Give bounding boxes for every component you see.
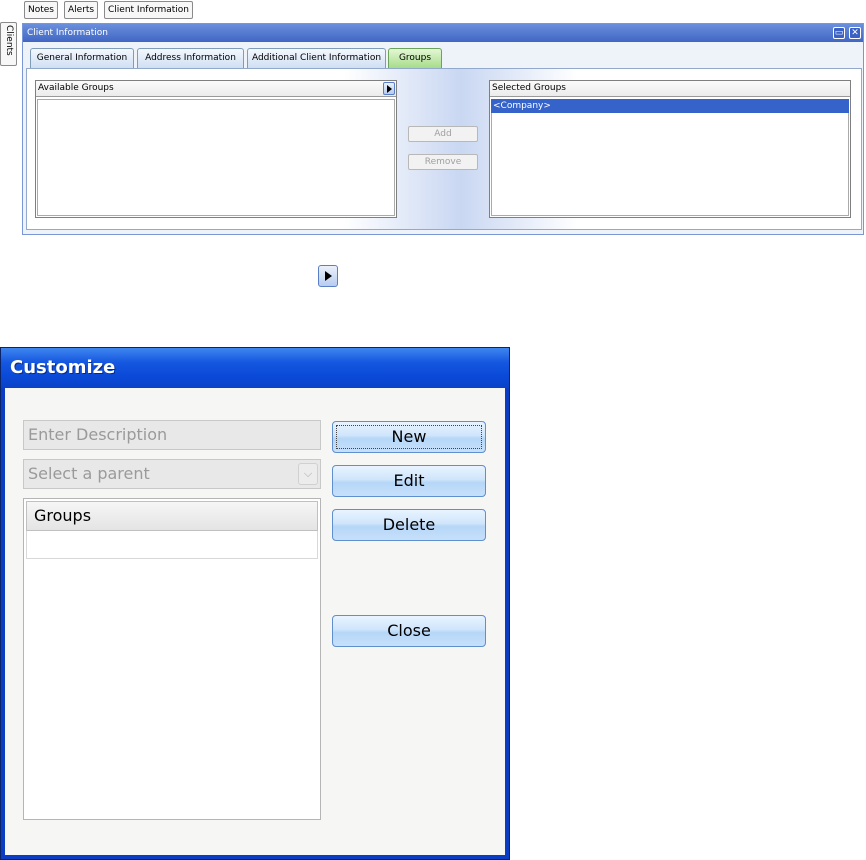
new-button[interactable]: New [332,421,486,453]
available-groups-body[interactable] [37,99,395,216]
dialog-title: Customize [1,348,509,388]
remove-button[interactable]: Remove [408,154,478,170]
delete-button[interactable]: Delete [332,509,486,541]
chevron-down-icon[interactable]: ⌵ [298,463,318,485]
tab-groups[interactable]: Groups [388,48,442,68]
parent-select-value: Select a parent [28,464,150,483]
side-tab-clients[interactable]: Clients [0,22,17,66]
dialog-body: Enter Description Select a parent ⌵ Grou… [5,388,505,855]
tab-additional-client-information[interactable]: Additional Client Information [247,48,386,68]
tab-notes[interactable]: Notes [24,1,58,19]
list-item[interactable]: <Company> [491,99,849,113]
groups-column-header[interactable]: Groups [26,501,318,531]
restore-icon[interactable]: ▭ [833,27,845,39]
groups-grid[interactable]: Groups [23,498,321,820]
parent-select[interactable]: Select a parent ⌵ [23,459,321,489]
selected-groups-body[interactable] [491,99,849,216]
tab-client-information[interactable]: Client Information [104,1,194,19]
tab-general-information[interactable]: General Information [30,48,134,68]
close-button[interactable]: Close [332,615,486,647]
selected-groups-header: Selected Groups [490,81,850,97]
available-groups-header: Available Groups [36,81,396,97]
tab-alerts[interactable]: Alerts [64,1,99,19]
selected-groups-list[interactable]: Selected Groups <Company> [489,80,851,218]
customize-dialog: Customize Enter Description Select a par… [0,347,510,860]
arrow-right-icon[interactable] [383,82,395,95]
close-icon[interactable]: ✕ [849,27,861,39]
arrow-right-icon[interactable] [318,265,338,287]
side-tab-label: Clients [4,25,14,56]
add-button[interactable]: Add [408,126,478,142]
tab-address-information[interactable]: Address Information [137,48,244,68]
panel-title: Client Information [23,24,863,42]
edit-button[interactable]: Edit [332,465,486,497]
description-input[interactable]: Enter Description [23,420,321,450]
available-groups-list[interactable]: Available Groups [35,80,397,218]
table-row[interactable] [26,531,318,559]
